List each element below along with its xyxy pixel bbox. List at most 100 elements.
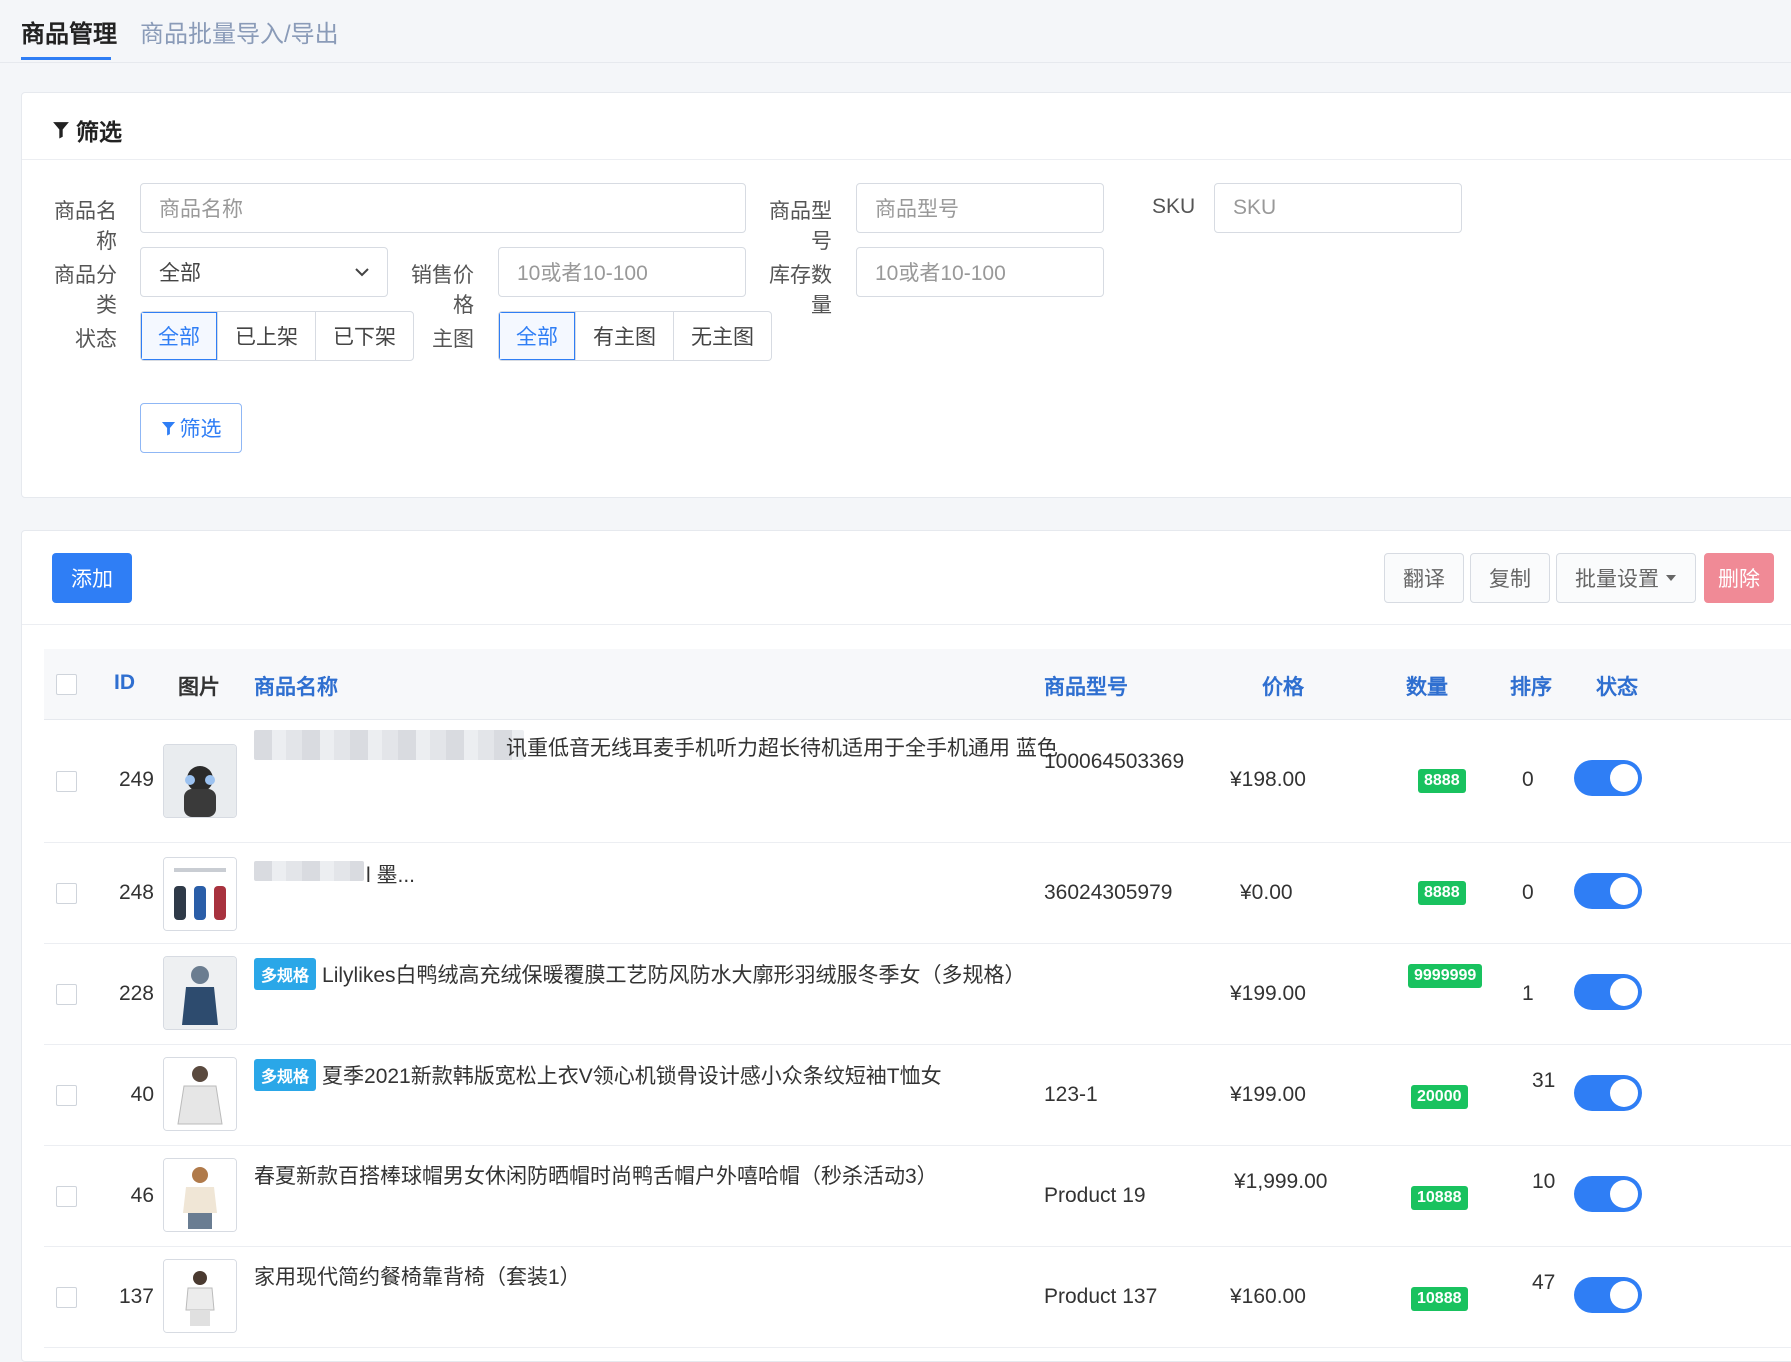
filter-submit-button[interactable]: 筛选 [140, 403, 242, 453]
product-price: ¥1,999.00 [1234, 1170, 1328, 1193]
product-price: ¥0.00 [1240, 881, 1293, 904]
col-quantity[interactable]: 数量 [1406, 671, 1448, 701]
status-toggle[interactable] [1574, 974, 1642, 1010]
stock-qty-label: 库存数量 [769, 264, 832, 317]
product-list-panel: 添加 翻译 复制 批量设置 删除 ID 图片 商品名称 商品型号 价格 数量 排… [21, 530, 1791, 1362]
tab-product-management[interactable]: 商品管理 [21, 14, 117, 49]
quantity-badge: 8888 [1418, 881, 1466, 905]
sale-price-input[interactable]: 10或者10-100 [498, 247, 746, 297]
chevron-down-icon [355, 268, 369, 277]
product-name-cell: 多规格 Lilylikes白鸭绒高充绒保暖覆膜工艺防风防水大廓形羽绒服冬季女（多… [254, 958, 1026, 990]
col-status[interactable]: 状态 [1596, 671, 1638, 701]
status-label: 状态 [75, 328, 117, 351]
sort-value[interactable]: 0 [1522, 881, 1534, 905]
sort-value[interactable]: 10 [1532, 1170, 1555, 1194]
main-image-segmented-control: 全部 有主图 无主图 [498, 311, 772, 361]
row-id: 249 [118, 768, 154, 791]
col-price[interactable]: 价格 [1262, 671, 1304, 701]
status-toggle[interactable] [1574, 760, 1642, 796]
row-id: 46 [130, 1184, 154, 1207]
product-name-input[interactable]: 商品名称 [140, 183, 746, 233]
col-name[interactable]: 商品名称 [254, 671, 338, 701]
sku-input[interactable]: SKU [1214, 183, 1462, 233]
col-image: 图片 [178, 676, 220, 699]
stock-qty-input[interactable]: 10或者10-100 [856, 247, 1104, 297]
row-checkbox[interactable] [56, 771, 77, 792]
table-row: 46 春夏新款百搭棒球帽男女休闲防晒帽时尚鸭舌帽户外嘻哈帽（秒杀活动3） Pro… [44, 1146, 1791, 1247]
sort-value[interactable]: 31 [1532, 1069, 1555, 1093]
translate-button[interactable]: 翻译 [1384, 553, 1464, 603]
status-option-delisted[interactable]: 已下架 [315, 312, 413, 360]
redacted-text [254, 730, 524, 760]
tab-bar: 商品管理 商品批量导入/导出 [0, 0, 1791, 63]
image-option-none[interactable]: 无主图 [673, 312, 771, 360]
product-model: 36024305979 [1044, 881, 1173, 904]
product-model: Product 137 [1044, 1285, 1158, 1308]
copy-button[interactable]: 复制 [1470, 553, 1550, 603]
image-option-has[interactable]: 有主图 [575, 312, 673, 360]
toolbar-divider [22, 624, 1791, 625]
product-model-input[interactable]: 商品型号 [856, 183, 1104, 233]
quantity-badge: 8888 [1418, 769, 1466, 793]
row-id: 228 [118, 982, 154, 1005]
sale-price-label: 销售价格 [411, 264, 474, 317]
row-checkbox[interactable] [56, 1186, 77, 1207]
row-checkbox[interactable] [56, 1287, 77, 1308]
filter-icon [161, 421, 175, 436]
product-name-link[interactable]: 讯重低音无线耳麦手机听力超长待机适用于全手机通用 蓝色 [506, 732, 1058, 762]
status-option-listed[interactable]: 已上架 [217, 312, 315, 360]
add-button[interactable]: 添加 [52, 553, 132, 603]
status-toggle[interactable] [1574, 1176, 1642, 1212]
sort-value[interactable]: 47 [1532, 1271, 1555, 1295]
redacted-text [254, 861, 364, 881]
product-thumbnail [163, 1057, 237, 1131]
product-model-label: 商品型号 [769, 200, 832, 253]
quantity-badge: 20000 [1411, 1085, 1468, 1109]
product-name-link[interactable]: 春夏新款百搭棒球帽男女休闲防晒帽时尚鸭舌帽户外嘻哈帽（秒杀活动3） [254, 1160, 938, 1190]
sku-label: SKU [1152, 195, 1196, 218]
product-name-link[interactable]: 家用现代简约餐椅靠背椅（套装1） [254, 1261, 581, 1291]
category-select-value: 全部 [159, 262, 201, 285]
image-option-all[interactable]: 全部 [499, 312, 575, 360]
sort-value[interactable]: 1 [1522, 982, 1534, 1006]
table-row: 249 讯重低音无线耳麦手机听力超长待机适用于全手机通用 蓝色 10006450… [44, 720, 1791, 843]
row-id: 248 [118, 881, 154, 904]
table-row: 248 l 墨... 36024305979 ¥0.00 8888 0 [44, 843, 1791, 944]
product-name-link[interactable]: Lilylikes白鸭绒高充绒保暖覆膜工艺防风防水大廓形羽绒服冬季女（多规格） [322, 959, 1026, 989]
product-name-cell: 多规格 夏季2021新款韩版宽松上衣V领心机锁骨设计感小众条纹短袖T恤女 [254, 1059, 942, 1091]
category-select[interactable]: 全部 [140, 247, 388, 297]
status-toggle[interactable] [1574, 873, 1642, 909]
row-checkbox[interactable] [56, 984, 77, 1005]
status-toggle[interactable] [1574, 1075, 1642, 1111]
col-id[interactable]: ID [114, 671, 135, 695]
col-model[interactable]: 商品型号 [1044, 671, 1128, 701]
product-model: 100064503369 [1044, 750, 1185, 773]
caret-down-icon [1666, 575, 1676, 581]
product-price: ¥199.00 [1230, 982, 1306, 1005]
filter-title: 筛选 [52, 113, 122, 147]
table-row: 137 家用现代简约餐椅靠背椅（套装1） Product 137 ¥160.00… [44, 1247, 1791, 1348]
product-name-link[interactable]: 夏季2021新款韩版宽松上衣V领心机锁骨设计感小众条纹短袖T恤女 [322, 1060, 942, 1090]
delete-button[interactable]: 删除 [1704, 553, 1774, 603]
product-name-link[interactable]: l 墨... [366, 859, 415, 889]
sort-value[interactable]: 0 [1522, 768, 1534, 792]
status-segmented-control: 全部 已上架 已下架 [140, 311, 414, 361]
batch-settings-button[interactable]: 批量设置 [1556, 553, 1696, 603]
category-label: 商品分类 [54, 264, 117, 317]
tab-batch-import-export[interactable]: 商品批量导入/导出 [140, 14, 339, 49]
select-all-checkbox[interactable] [56, 674, 77, 695]
filter-panel: 筛选 商品名称 商品名称 商品型号 商品型号 SKU SKU 商品分类 全部 销… [21, 92, 1791, 498]
status-toggle[interactable] [1574, 1277, 1642, 1313]
product-thumbnail [163, 744, 237, 818]
product-thumbnail [163, 1158, 237, 1232]
row-checkbox[interactable] [56, 883, 77, 904]
row-checkbox[interactable] [56, 1085, 77, 1106]
col-sort[interactable]: 排序 [1510, 671, 1552, 701]
status-option-all[interactable]: 全部 [141, 312, 217, 360]
quantity-badge: 9999999 [1408, 964, 1483, 988]
product-thumbnail [163, 1259, 237, 1333]
product-model: 123-1 [1044, 1083, 1098, 1106]
product-model: Product 19 [1044, 1184, 1146, 1207]
main-image-label: 主图 [432, 328, 474, 351]
table-row: 228 多规格 Lilylikes白鸭绒高充绒保暖覆膜工艺防风防水大廓形羽绒服冬… [44, 944, 1791, 1045]
